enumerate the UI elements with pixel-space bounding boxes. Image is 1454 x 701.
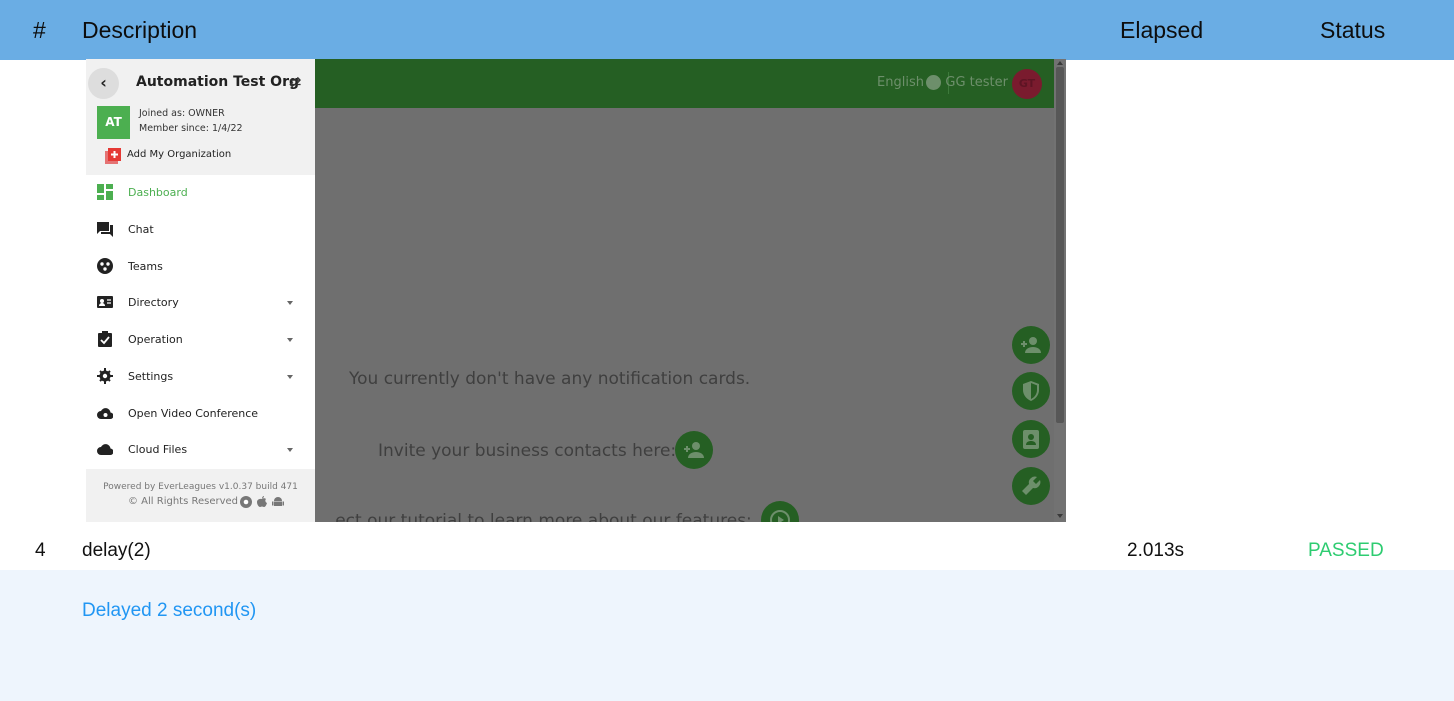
column-header-elapsed: Elapsed [1120,17,1204,43]
switch-org-icon[interactable]: ⇄ [289,73,302,91]
chevron-down-icon[interactable] [287,448,293,452]
fab-add-contact-button[interactable] [1012,326,1050,364]
chrome-icon[interactable] [240,496,252,508]
sidebar-item-directory[interactable]: Directory [86,285,315,321]
member-since-text: Member since: 1/4/22 [139,123,243,134]
user-name[interactable]: GG tester [945,75,1008,90]
joined-as-text: Joined as: OWNER [139,108,225,119]
sidebar-item-teams[interactable]: Teams [86,249,315,285]
org-header: ‹ Automation Test Org ⇄ AT Joined as: OW… [86,59,315,175]
step-description: delay(2) [82,540,151,561]
sidebar-item-label: Settings [128,370,174,383]
app-sidebar: ‹ Automation Test Org ⇄ AT Joined as: OW… [86,59,315,522]
clipboard-check-icon [98,331,112,347]
apple-icon[interactable] [256,496,268,508]
back-button[interactable]: ‹ [88,68,119,99]
sidebar-item-operation[interactable]: Operation [86,322,315,358]
column-header-number: # [33,17,46,43]
scrollbar-thumb[interactable] [1056,67,1064,423]
add-person-icon [684,442,704,458]
contact-card-icon [97,296,113,308]
report-header: # Description Elapsed Status [0,0,1454,60]
sidebar-item-settings[interactable]: Settings [86,359,315,395]
fab-security-button[interactable] [1012,372,1050,410]
scroll-up-arrow-icon[interactable] [1057,61,1063,65]
video-cloud-icon [97,408,113,420]
cloud-icon [97,444,113,456]
sidebar-item-dashboard[interactable]: Dashboard [86,175,315,211]
shield-icon [1023,381,1039,401]
step-detail-message: Delayed 2 second(s) [82,600,257,621]
sidebar-item-video-conference[interactable]: Open Video Conference [86,396,315,432]
sidebar-item-label: Open Video Conference [128,407,259,420]
scroll-down-arrow-icon[interactable] [1057,514,1063,518]
org-avatar: AT [97,106,130,139]
org-name: Automation Test Org [136,74,300,90]
sidebar-footer: Powered by EverLeagues v1.0.37 build 471… [86,469,315,522]
add-person-icon [1021,337,1041,353]
fab-tools-button[interactable] [1012,467,1050,505]
sidebar-item-chat[interactable]: Chat [86,212,315,248]
clipboard-person-icon [1023,430,1039,449]
sidebar-item-label: Chat [128,223,154,236]
column-header-description: Description [82,17,198,43]
step-number: 4 [35,540,46,561]
sidebar-item-label: Operation [128,333,183,346]
step-status-badge: PASSED [1308,540,1384,561]
invite-contacts-message: Invite your business contacts here: [378,441,677,461]
sidebar-item-label: Dashboard [128,186,188,199]
chevron-down-icon[interactable] [287,375,293,379]
sidebar-item-label: Cloud Files [128,443,188,456]
sidebar-item-cloud-files[interactable]: Cloud Files [86,432,315,468]
wrench-icon [1022,476,1041,495]
page-scrollbar[interactable] [1054,59,1066,522]
android-icon[interactable] [272,496,284,508]
rights-text: © All Rights Reserved [128,496,239,507]
fab-contact-board-button[interactable] [1012,420,1050,458]
chevron-down-icon[interactable] [287,301,293,305]
step-elapsed: 2.013s [1127,540,1185,561]
teams-icon [97,258,113,274]
chat-icon [97,222,113,237]
invite-contact-button[interactable] [675,431,713,469]
gear-icon [97,368,113,384]
sidebar-item-label: Directory [128,296,179,309]
language-selector[interactable]: English [877,75,924,90]
column-header-status: Status [1320,17,1386,43]
powered-by-text: Powered by EverLeagues v1.0.37 build 471 [103,482,298,492]
add-organization-link[interactable]: Add My Organization [127,149,231,160]
tutorial-play-button[interactable] [761,501,799,522]
step-screenshot: English GG tester GT You currently don't… [86,59,1066,522]
chevron-down-icon[interactable] [287,338,293,342]
tutorial-message: ...ect our tutorial to learn more about … [319,511,752,522]
add-organization-icon[interactable] [105,148,121,164]
sidebar-item-label: Teams [128,260,163,273]
globe-icon[interactable] [926,75,941,90]
step-detail-panel: Delayed 2 second(s) [0,570,1454,701]
user-avatar[interactable]: GT [1012,69,1042,99]
empty-notifications-message: You currently don't have any notificatio… [349,369,751,389]
play-icon [770,510,790,522]
dashboard-icon [97,184,113,200]
